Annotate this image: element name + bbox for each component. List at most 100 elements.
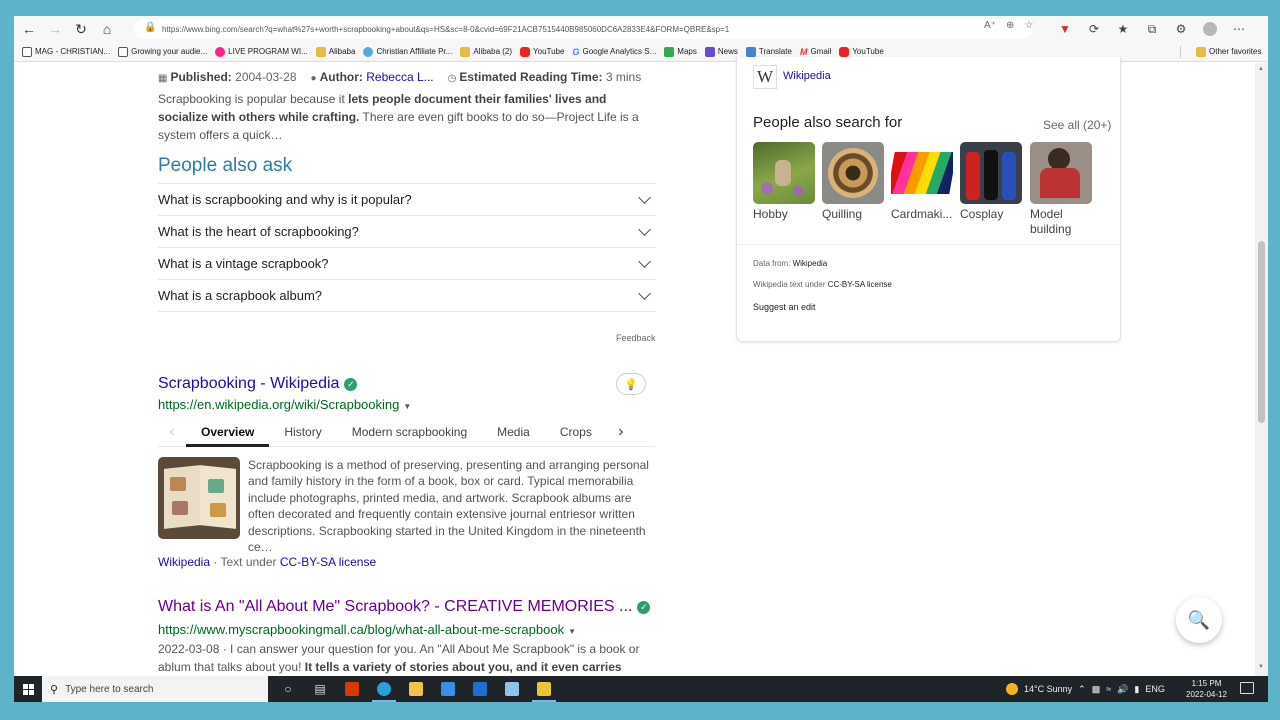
tab-overview[interactable]: Overview [186, 417, 270, 447]
quilling-image[interactable] [822, 142, 884, 204]
read-aloud-icon[interactable]: A⁺ [984, 16, 996, 36]
favorite-add-icon[interactable]: ☆ [1024, 16, 1033, 36]
creative-memories-result-url[interactable]: https://www.myscrapbookingmall.ca/blog/w… [158, 622, 576, 637]
pocket-icon[interactable]: ▼ [1056, 19, 1074, 42]
tray-chevron-up-icon[interactable]: ⌃ [1078, 684, 1086, 695]
bookmark-item[interactable]: MAG - CHRISTIAN... [22, 46, 110, 57]
language-indicator[interactable]: ENG [1145, 684, 1165, 694]
taskbar-clock[interactable]: 1:15 PM 2022-04-12 [1186, 678, 1227, 700]
caret-down-icon[interactable]: ▼ [568, 627, 576, 636]
tab-media[interactable]: Media [482, 417, 545, 447]
scroll-up-icon[interactable]: ▲ [1258, 66, 1264, 72]
license-link[interactable]: CC-BY-SA license [280, 555, 376, 569]
page-scrollbar[interactable]: ▲ ▼ [1255, 63, 1268, 676]
office-icon[interactable] [336, 676, 368, 702]
file-explorer-icon[interactable] [400, 676, 432, 702]
hobby-image[interactable] [753, 142, 815, 204]
pas-item-model-building[interactable]: Model building [1030, 142, 1092, 237]
search-fab[interactable]: 🔍 [1176, 597, 1222, 643]
tray-volume-icon[interactable]: 🔊 [1117, 684, 1128, 695]
url-field[interactable]: 🔒 https://www.bing.com/search?q=what%27s… [134, 19, 1032, 39]
bookmark-item[interactable]: News [704, 46, 738, 57]
result-title-text[interactable]: What is An "All About Me" Scrapbook? - C… [158, 598, 632, 616]
bookmark-item[interactable]: LIVE PROGRAM WI... [215, 46, 308, 57]
back-icon[interactable]: ← [18, 18, 40, 40]
pas-item-hobby[interactable]: Hobby [753, 142, 815, 222]
suggest-edit-link[interactable]: Suggest an edit [753, 302, 816, 312]
task-view-icon[interactable]: ▤ [304, 676, 336, 702]
pas-item-cardmaking[interactable]: Cardmaki... [891, 142, 953, 222]
tab-crops[interactable]: Crops [545, 417, 607, 447]
bookmark-item[interactable]: YouTube [839, 46, 884, 57]
bookmark-item[interactable]: Growing your audie... [118, 46, 207, 57]
tray-network-icon[interactable]: ▩ [1092, 684, 1101, 695]
model-building-image[interactable] [1030, 142, 1092, 204]
chevron-right-icon[interactable]: › [607, 423, 635, 441]
data-from-link[interactable]: Wikipedia [793, 259, 828, 268]
bookmark-item[interactable]: Translate [745, 46, 792, 57]
chevron-left-icon[interactable]: ‹ [158, 423, 186, 441]
panel-license-link[interactable]: CC-BY-SA license [828, 280, 892, 289]
store-icon[interactable] [432, 676, 464, 702]
cosplay-image[interactable] [960, 142, 1022, 204]
wikipedia-result-url[interactable]: https://en.wikipedia.org/wiki/Scrapbooki… [158, 397, 411, 412]
weather-text[interactable]: 14°C Sunny [1024, 684, 1072, 694]
cardmaking-image[interactable] [891, 142, 953, 204]
result-title-text[interactable]: Scrapbooking - Wikipedia [158, 375, 339, 393]
forward-icon[interactable]: → [44, 18, 66, 40]
scroll-down-icon[interactable]: ▼ [1258, 664, 1264, 670]
pas-label[interactable]: Cardmaki... [891, 207, 953, 222]
bookmark-item[interactable]: Maps [664, 46, 697, 57]
pas-item-quilling[interactable]: Quilling [822, 142, 884, 222]
lightbulb-icon[interactable]: 💡 [616, 373, 646, 395]
tab-history[interactable]: History [269, 417, 336, 447]
notification-center-icon[interactable] [1240, 682, 1254, 694]
result-url-text[interactable]: https://en.wikipedia.org/wiki/Scrapbooki… [158, 397, 399, 412]
bookmark-item[interactable]: Alibaba [315, 46, 355, 57]
refresh-icon[interactable]: ↻ [70, 18, 92, 40]
start-button[interactable] [14, 676, 42, 702]
bookmark-item[interactable]: Christian Affiliate Pr... [363, 46, 452, 57]
app-icon[interactable] [528, 676, 560, 702]
paa-question[interactable]: What is scrapbooking and why is it popul… [158, 184, 655, 216]
lock-icon[interactable]: 🔒 [144, 22, 156, 33]
pas-label[interactable]: Hobby [753, 207, 815, 222]
mail-icon[interactable] [464, 676, 496, 702]
profile-icon[interactable] [1201, 19, 1219, 42]
bookmark-item[interactable]: YouTube [520, 46, 564, 57]
paa-question[interactable]: What is the heart of scrapbooking? [158, 216, 655, 248]
see-all-link[interactable]: See all (20+) [1043, 118, 1111, 132]
url-text[interactable]: https://www.bing.com/search?q=what%27s+w… [162, 25, 982, 34]
panel-wikipedia-link[interactable]: Wikipedia [783, 70, 831, 82]
bookmark-item[interactable]: Alibaba (2) [460, 46, 512, 57]
favorites-icon[interactable]: ★ [1114, 19, 1132, 42]
home-icon[interactable]: ⌂ [96, 18, 118, 40]
collections-icon[interactable]: ⧉ [1143, 19, 1161, 42]
pas-item-cosplay[interactable]: Cosplay [960, 142, 1022, 222]
edge-icon[interactable] [368, 676, 400, 702]
feedback-link[interactable]: Feedback [616, 333, 656, 343]
caret-down-icon[interactable]: ▼ [403, 402, 411, 411]
paa-question[interactable]: What is a vintage scrapbook? [158, 248, 655, 280]
pas-label[interactable]: Model building [1030, 207, 1094, 237]
extension-icon[interactable]: ⟳ [1085, 19, 1103, 42]
weather-sun-icon[interactable] [1006, 683, 1018, 695]
zoom-icon[interactable]: ⊕ [1006, 16, 1014, 36]
tray-battery-icon[interactable]: ▮ [1134, 684, 1139, 695]
scrollbar-thumb[interactable] [1258, 241, 1265, 423]
notepad-icon[interactable] [496, 676, 528, 702]
more-menu-icon[interactable]: ⋯ [1230, 19, 1248, 42]
scrapbook-thumbnail[interactable] [158, 457, 240, 539]
tray-wifi-icon[interactable]: ≈ [1106, 684, 1111, 694]
result-url-text[interactable]: https://www.myscrapbookingmall.ca/blog/w… [158, 622, 564, 637]
wikipedia-result-title[interactable]: Scrapbooking - Wikipedia ✓ [158, 375, 358, 393]
bookmark-other-favorites[interactable]: Other favorites [1196, 46, 1261, 57]
extensions-puzzle-icon[interactable]: ⚙ [1172, 19, 1190, 42]
bookmark-item[interactable]: M Gmail [800, 47, 831, 57]
taskbar-search[interactable]: ⚲ Type here to search [42, 676, 268, 702]
creative-memories-result-title[interactable]: What is An "All About Me" Scrapbook? - C… [158, 598, 651, 616]
wikipedia-source-link[interactable]: Wikipedia [158, 555, 210, 569]
cortana-icon[interactable]: ○ [272, 676, 304, 702]
tab-modern-scrapbooking[interactable]: Modern scrapbooking [337, 417, 482, 447]
bookmark-item[interactable]: G Google Analytics S... [572, 47, 656, 57]
